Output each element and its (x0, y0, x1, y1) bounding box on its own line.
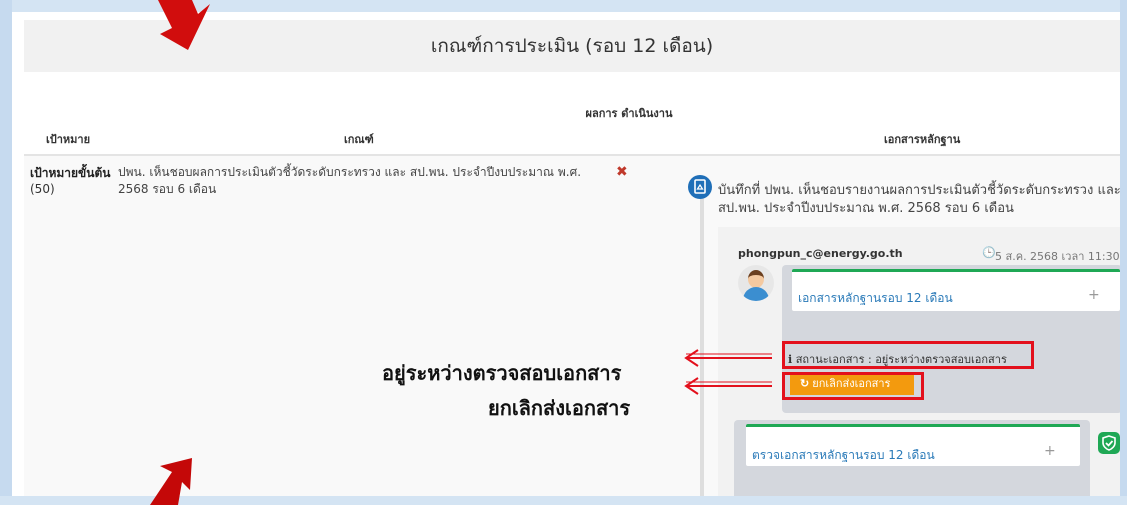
table-header: เป้าหมาย เกณฑ์ ผลการ ดำเนินงาน เอกสารหลั… (24, 94, 1120, 156)
avatar-body (743, 287, 769, 301)
header-evidence: เอกสารหลักฐาน (884, 133, 961, 146)
frame-top (0, 0, 1127, 12)
sender-email: phongpun_c@energy.go.th (738, 247, 903, 260)
callout-status: อยู่ระหว่างตรวจสอบเอกสาร (382, 361, 622, 385)
pdf-glyph-icon (694, 179, 706, 194)
goal-name: เป้าหมายขั้นต้น (30, 166, 111, 180)
shield-check-glyph-icon (1102, 435, 1116, 451)
criteria-text: ปพน. เห็นชอบผลการประเมินตัวชี้วัดระดับกร… (118, 165, 582, 196)
expand-plus-icon[interactable]: + (1088, 287, 1100, 303)
evidence-card-label[interactable]: เอกสารหลักฐานรอบ 12 เดือน (798, 289, 953, 308)
header-goal: เป้าหมาย (46, 133, 91, 146)
avatar (738, 265, 774, 301)
clock-icon: 🕒 (982, 246, 996, 259)
highlight-cancel-box (782, 372, 924, 400)
timeline-line (700, 190, 704, 496)
goal-score: (50) (30, 182, 55, 196)
page-title: เกณฑ์การประเมิน (รอบ 12 เดือน) (430, 35, 714, 57)
verified-check-icon (1098, 432, 1120, 454)
timestamp: 5 ส.ค. 2568 เวลา 11:30 น. (995, 250, 1120, 263)
pdf-file-icon[interactable] (688, 175, 712, 199)
evaluation-page: เกณฑ์การประเมิน (รอบ 12 เดือน) เป้าหมาย … (12, 12, 1120, 496)
expand-plus-icon[interactable]: + (1044, 443, 1056, 459)
header-criteria: เกณฑ์ (344, 133, 374, 146)
review-card-label[interactable]: ตรวจเอกสารหลักฐานรอบ 12 เดือน (752, 446, 935, 465)
evidence-record-text: บันทึกที่ ปพน. เห็นชอบรายงานผลการประเมิน… (718, 183, 1120, 216)
callout-cancel: ยกเลิกส่งเอกสาร (488, 396, 631, 420)
result-fail-icon: ✖ (616, 164, 628, 180)
highlight-status-box (782, 341, 1034, 369)
avatar-head (748, 270, 764, 288)
title-bar: เกณฑ์การประเมิน (รอบ 12 เดือน) (24, 20, 1120, 72)
frame-right (1120, 0, 1127, 505)
frame-left (0, 0, 12, 505)
frame-bottom (0, 496, 1127, 505)
header-result: ผลการ ดำเนินงาน (585, 107, 673, 120)
